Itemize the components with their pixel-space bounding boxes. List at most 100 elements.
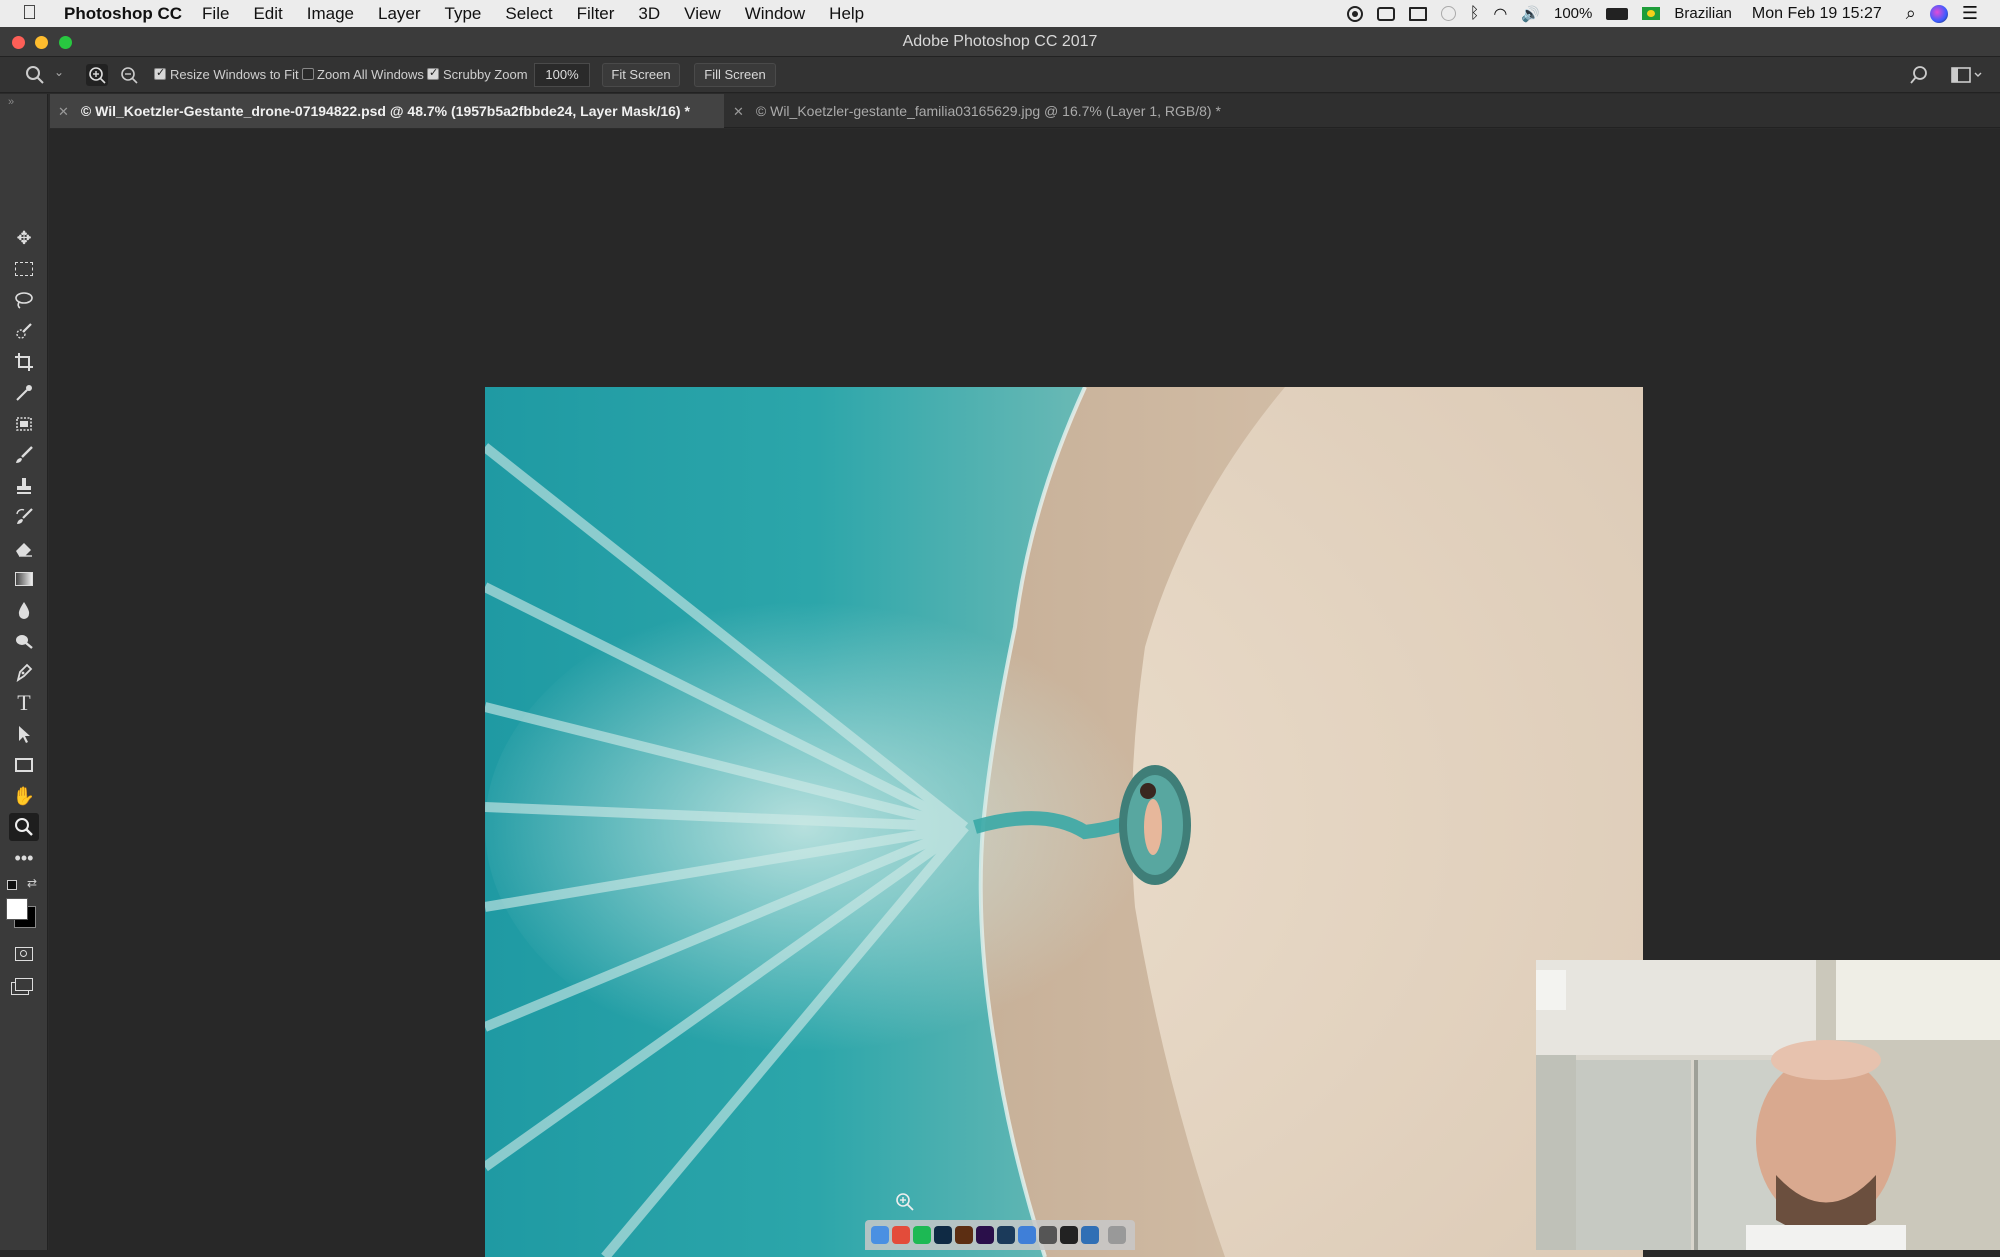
dodge-tool-icon[interactable]	[9, 627, 39, 655]
brush-tool-icon[interactable]	[9, 441, 39, 469]
menu-help[interactable]: Help	[829, 4, 864, 24]
screen-mode-icon[interactable]	[9, 970, 39, 998]
path-selection-tool-icon[interactable]	[9, 720, 39, 748]
app-menu[interactable]: Photoshop CC	[64, 4, 182, 24]
eraser-tool-icon[interactable]	[9, 534, 39, 562]
document-tab-label: © Wil_Koetzler-gestante_familia03165629.…	[755, 103, 1221, 119]
collapse-panel-icon[interactable]: »	[8, 96, 14, 108]
document-tab-label: © Wil_Koetzler-Gestante_drone-07194822.p…	[80, 103, 690, 119]
zoom-out-icon[interactable]	[118, 64, 140, 86]
brazil-flag-icon	[1642, 7, 1661, 20]
workspace-switcher-icon[interactable]	[1950, 64, 1984, 86]
menu-file[interactable]: File	[202, 4, 229, 24]
lightroom-icon[interactable]	[997, 1226, 1015, 1244]
presenter-webcam-image	[1536, 960, 2000, 1250]
premiere-icon[interactable]	[976, 1226, 994, 1244]
resize-windows-label: Resize Windows to Fit	[170, 67, 299, 82]
fit-screen-button[interactable]: Fit Screen	[602, 63, 680, 87]
crop-tool-icon[interactable]	[9, 348, 39, 376]
menu-window[interactable]: Window	[745, 4, 805, 24]
swap-colors-icon[interactable]: ⇄	[27, 876, 37, 890]
clock-icon[interactable]	[1440, 6, 1456, 21]
stack-icon[interactable]	[1408, 6, 1427, 21]
siri-icon[interactable]	[1929, 4, 1948, 23]
document-tab-active[interactable]: ✕ © Wil_Koetzler-Gestante_drone-07194822.…	[50, 94, 724, 128]
chevron-down-icon[interactable]: ⌄	[54, 65, 64, 79]
quicktime-icon[interactable]	[1081, 1226, 1099, 1244]
zoom-all-windows-label: Zoom All Windows	[317, 67, 424, 82]
volume-icon[interactable]: 🔊	[1521, 5, 1540, 23]
menu-edit[interactable]: Edit	[253, 4, 282, 24]
wifi-icon[interactable]: ◠	[1493, 4, 1507, 24]
notification-center-icon[interactable]: ☰	[1962, 3, 1978, 24]
fill-screen-button[interactable]: Fill Screen	[694, 63, 776, 87]
spotify-icon[interactable]	[913, 1226, 931, 1244]
input-source[interactable]: Brazilian	[1674, 5, 1732, 22]
clone-stamp-tool-icon[interactable]	[9, 472, 39, 500]
window-title: Adobe Photoshop CC 2017	[902, 33, 1098, 50]
battery-icon[interactable]	[1606, 7, 1629, 20]
document-image[interactable]	[485, 387, 1643, 1257]
window-title-bar: Adobe Photoshop CC 2017	[0, 27, 2000, 57]
quick-selection-tool-icon[interactable]	[9, 317, 39, 345]
bluetooth-icon[interactable]: ᛒ	[1470, 5, 1480, 23]
chrome-icon[interactable]	[892, 1226, 910, 1244]
rectangle-tool-icon[interactable]	[9, 751, 39, 779]
scrubby-zoom-label: Scrubby Zoom	[443, 67, 528, 82]
zoom-in-icon[interactable]	[86, 64, 108, 86]
terminal-icon[interactable]	[1060, 1226, 1078, 1244]
battery-percent: 100%	[1553, 5, 1593, 22]
finder-icon[interactable]	[871, 1226, 889, 1244]
zoom-tool-icon[interactable]	[9, 813, 39, 841]
menu-select[interactable]: Select	[505, 4, 552, 24]
menu-view[interactable]: View	[684, 4, 721, 24]
pen-tool-icon[interactable]	[9, 658, 39, 686]
zoom-all-windows-checkbox[interactable]	[302, 68, 314, 80]
menu-bar:  Photoshop CC File Edit Image Layer Typ…	[0, 0, 2000, 27]
quick-mask-icon[interactable]	[9, 940, 39, 968]
onepassword-icon[interactable]	[1018, 1226, 1036, 1244]
menu-3d[interactable]: 3D	[638, 4, 660, 24]
history-brush-tool-icon[interactable]	[9, 503, 39, 531]
webcam-overlay	[1536, 960, 2000, 1250]
healing-brush-tool-icon[interactable]	[9, 410, 39, 438]
trash-icon[interactable]	[1108, 1226, 1126, 1244]
options-bar: ⌄ Resize Windows to Fit Zoom All Windows…	[0, 57, 2000, 93]
apple-menu-icon[interactable]: 	[22, 2, 50, 25]
photoshop-icon[interactable]	[934, 1226, 952, 1244]
menu-filter[interactable]: Filter	[577, 4, 615, 24]
foreground-color-swatch[interactable]	[6, 898, 28, 920]
zoom-tool-preset-icon[interactable]	[24, 64, 46, 86]
hand-tool-icon[interactable]: ✋	[9, 782, 39, 810]
spotlight-icon[interactable]: ⌕	[1906, 3, 1916, 24]
close-tab-icon[interactable]: ✕	[733, 104, 744, 119]
zoom-cursor-icon	[894, 1191, 916, 1213]
gradient-tool-icon[interactable]	[9, 565, 39, 593]
camera-icon[interactable]	[1039, 1226, 1057, 1244]
menu-type[interactable]: Type	[445, 4, 482, 24]
scrubby-zoom-checkbox[interactable]	[427, 66, 439, 80]
blur-tool-icon[interactable]	[9, 596, 39, 624]
menu-image[interactable]: Image	[307, 4, 354, 24]
default-colors-icon[interactable]	[7, 880, 17, 890]
document-tab-inactive[interactable]: ✕ © Wil_Koetzler-gestante_familia03165629…	[733, 94, 1313, 128]
type-tool-icon[interactable]: T	[9, 689, 39, 717]
marquee-tool-icon[interactable]	[9, 255, 39, 283]
menu-layer[interactable]: Layer	[378, 4, 421, 24]
document-tab-bar: ✕ © Wil_Koetzler-Gestante_drone-07194822.…	[50, 94, 2000, 128]
eyedropper-tool-icon[interactable]	[9, 379, 39, 407]
search-icon[interactable]	[1908, 64, 1930, 86]
beach-aerial-photo	[485, 387, 1643, 1257]
more-tools-icon[interactable]: •••	[9, 844, 39, 872]
zoom-level-field[interactable]: 100%	[534, 63, 590, 87]
close-tab-icon[interactable]: ✕	[58, 104, 69, 119]
lasso-tool-icon[interactable]	[9, 286, 39, 314]
move-tool-icon[interactable]: ✥	[9, 224, 39, 252]
bridge-icon[interactable]	[955, 1226, 973, 1244]
dock	[865, 1220, 1135, 1250]
record-icon[interactable]	[1346, 5, 1363, 22]
tools-panel: » ✥ T ✋ ••• ⇄	[0, 94, 48, 1250]
display-icon[interactable]	[1376, 6, 1395, 21]
clock-text[interactable]: Mon Feb 19 15:27	[1752, 5, 1882, 23]
resize-windows-checkbox[interactable]	[154, 66, 166, 80]
